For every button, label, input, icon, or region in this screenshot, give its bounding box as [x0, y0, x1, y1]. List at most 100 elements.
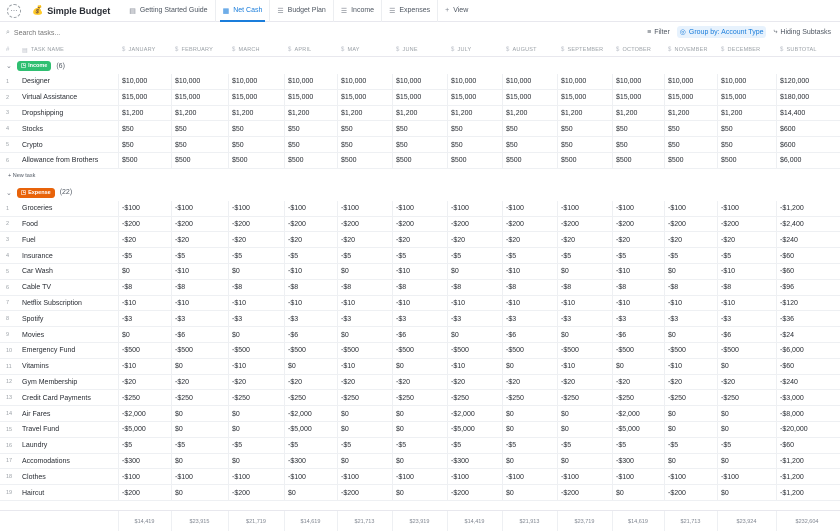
cell-subtotal[interactable]: -$60: [780, 264, 836, 280]
table-row[interactable]: 19 Haircut -$200 $0 -$200 $0 -$200 $0 -$200 $0 -$2…: [0, 485, 840, 501]
cell-march[interactable]: -$20: [232, 375, 282, 391]
cell-september[interactable]: $0: [561, 406, 610, 422]
cell-september[interactable]: -$200: [561, 485, 610, 501]
cell-february[interactable]: $50: [175, 137, 226, 153]
cell-january[interactable]: -$100: [122, 201, 169, 217]
cell-december[interactable]: -$8: [721, 280, 774, 296]
task-name[interactable]: Laundry: [22, 438, 114, 454]
chevron-down-icon[interactable]: ⌄: [6, 62, 12, 70]
group-header-income[interactable]: ⌄ ◳ Income (6): [0, 58, 65, 74]
cell-february[interactable]: -$20: [175, 375, 226, 391]
cell-december[interactable]: -$10: [721, 264, 774, 280]
column-header-june[interactable]: $ JUNE: [396, 43, 418, 57]
cell-january[interactable]: -$3: [122, 311, 169, 327]
cell-subtotal[interactable]: -$60: [780, 248, 836, 264]
cell-october[interactable]: $50: [616, 121, 662, 137]
cell-subtotal[interactable]: -$36: [780, 311, 836, 327]
cell-april[interactable]: $10,000: [288, 74, 335, 90]
cell-may[interactable]: $0: [341, 327, 390, 343]
search-box[interactable]: ⌕: [6, 29, 104, 37]
cell-january[interactable]: -$20: [122, 375, 169, 391]
cell-april[interactable]: -$200: [288, 217, 335, 233]
task-name[interactable]: Vitamins: [22, 359, 114, 375]
cell-november[interactable]: -$8: [668, 280, 715, 296]
cell-november[interactable]: -$5: [668, 248, 715, 264]
cell-may[interactable]: $15,000: [341, 90, 390, 106]
cell-april[interactable]: -$3: [288, 311, 335, 327]
cell-may[interactable]: -$10: [341, 359, 390, 375]
cell-subtotal[interactable]: $600: [780, 121, 836, 137]
cell-august[interactable]: -$6: [506, 327, 555, 343]
cell-april[interactable]: $15,000: [288, 90, 335, 106]
cell-august[interactable]: -$20: [506, 232, 555, 248]
task-name[interactable]: Accomodations: [22, 454, 114, 470]
cell-december[interactable]: $50: [721, 121, 774, 137]
cell-september[interactable]: $0: [561, 422, 610, 438]
cell-may[interactable]: $0: [341, 454, 390, 470]
cell-july[interactable]: -$250: [451, 390, 500, 406]
cell-september[interactable]: -$20: [561, 375, 610, 391]
cell-november[interactable]: -$200: [668, 485, 715, 501]
cell-may[interactable]: -$500: [341, 343, 390, 359]
task-name[interactable]: Cable TV: [22, 280, 114, 296]
cell-april[interactable]: -$20: [288, 232, 335, 248]
cell-february[interactable]: -$200: [175, 217, 226, 233]
table-row[interactable]: 4 Insurance -$5 -$5 -$5 -$5 -$5 -$5 -$5 -$5 -$5 -$5…: [0, 248, 840, 264]
tab-expenses[interactable]: ☰ Expenses: [382, 0, 439, 22]
cell-april[interactable]: -$10: [288, 264, 335, 280]
cell-october[interactable]: -$10: [616, 264, 662, 280]
cell-subtotal[interactable]: -$1,200: [780, 485, 836, 501]
cell-november[interactable]: -$100: [668, 469, 715, 485]
cell-october[interactable]: -$250: [616, 390, 662, 406]
cell-march[interactable]: -$250: [232, 390, 282, 406]
cell-february[interactable]: -$8: [175, 280, 226, 296]
task-name[interactable]: Designer: [22, 74, 114, 90]
cell-may[interactable]: -$10: [341, 296, 390, 312]
cell-april[interactable]: -$5: [288, 248, 335, 264]
cell-december[interactable]: $0: [721, 454, 774, 470]
cell-may[interactable]: -$200: [341, 485, 390, 501]
cell-august[interactable]: -$3: [506, 311, 555, 327]
table-row[interactable]: 10 Emergency Fund -$500 -$500 -$500 -$500 -$50…: [0, 343, 840, 359]
cell-april[interactable]: -$300: [288, 454, 335, 470]
cell-april[interactable]: $1,200: [288, 106, 335, 122]
cell-april[interactable]: -$6: [288, 327, 335, 343]
cell-july[interactable]: -$300: [451, 454, 500, 470]
cell-april[interactable]: -$2,000: [288, 406, 335, 422]
table-row[interactable]: 13 Credit Card Payments -$250 -$250 -$250 -$2…: [0, 390, 840, 407]
cell-january[interactable]: -$100: [122, 469, 169, 485]
table-row[interactable]: 12 Gym Membership -$20 -$20 -$20 -$20 -$20 -$20…: [0, 375, 840, 391]
cell-december[interactable]: $50: [721, 137, 774, 153]
cell-july[interactable]: -$100: [451, 469, 500, 485]
cell-april[interactable]: -$100: [288, 469, 335, 485]
cell-january[interactable]: -$8: [122, 280, 169, 296]
cell-october[interactable]: -$300: [616, 454, 662, 470]
cell-february[interactable]: -$5: [175, 438, 226, 454]
cell-december[interactable]: -$250: [721, 390, 774, 406]
cell-february[interactable]: $0: [175, 406, 226, 422]
cell-subtotal[interactable]: -$60: [780, 359, 836, 375]
cell-july[interactable]: -$10: [451, 296, 500, 312]
cell-december[interactable]: -$500: [721, 343, 774, 359]
cell-subtotal[interactable]: $14,400: [780, 106, 836, 122]
cell-october[interactable]: -$5: [616, 248, 662, 264]
cell-august[interactable]: -$250: [506, 390, 555, 406]
cell-april[interactable]: $0: [288, 359, 335, 375]
cell-february[interactable]: -$6: [175, 327, 226, 343]
cell-june[interactable]: $1,200: [396, 106, 445, 122]
cell-june[interactable]: $0: [396, 359, 445, 375]
cell-july[interactable]: $50: [451, 121, 500, 137]
cell-january[interactable]: $15,000: [122, 90, 169, 106]
task-name[interactable]: Dropshipping: [22, 106, 114, 122]
cell-april[interactable]: -$5,000: [288, 422, 335, 438]
cell-november[interactable]: $15,000: [668, 90, 715, 106]
table-row[interactable]: 18 Clothes -$100 -$100 -$100 -$100 -$100 -$100-…: [0, 469, 840, 486]
cell-december[interactable]: -$3: [721, 311, 774, 327]
tab-income[interactable]: ☰ Income: [334, 0, 383, 22]
cell-may[interactable]: -$100: [341, 201, 390, 217]
cell-january[interactable]: -$5: [122, 248, 169, 264]
cell-august[interactable]: $0: [506, 485, 555, 501]
cell-may[interactable]: -$250: [341, 390, 390, 406]
cell-march[interactable]: $50: [232, 121, 282, 137]
cell-september[interactable]: -$10: [561, 359, 610, 375]
